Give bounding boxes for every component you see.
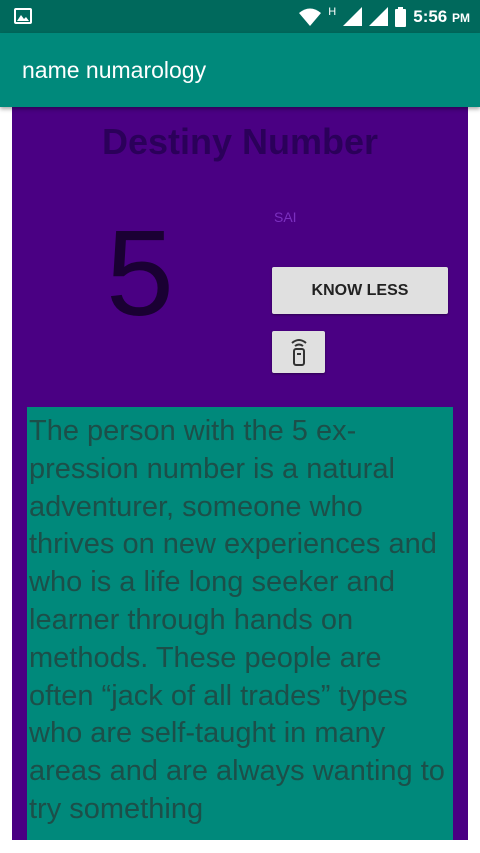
bottom-strip (0, 840, 480, 853)
app-title: name numarology (22, 57, 207, 83)
destiny-number: 5 (106, 205, 174, 341)
app-bar: name numarology (0, 33, 480, 107)
panel-title: Destiny Number (101, 121, 379, 162)
description-text: The person with the 5 ex-pression number… (29, 415, 445, 825)
destiny-panel: Destiny Number 5 SAI KNOW LESS The perso… (12, 107, 468, 840)
status-bar: H 5:56 PM (0, 0, 480, 33)
status-time: 5:56 PM (413, 6, 470, 26)
image-notification-icon (14, 8, 32, 24)
phone-icon (290, 339, 307, 366)
know-less-button[interactable]: KNOW LESS (272, 267, 448, 314)
description-box: The person with the 5 ex-pression number… (27, 407, 453, 840)
signal-icon (343, 7, 363, 26)
signal-icon (369, 7, 389, 26)
wifi-icon (299, 8, 322, 26)
network-type-label: H (328, 5, 337, 18)
status-icons: H 5:56 PM (299, 0, 470, 33)
name-label: SAI (274, 209, 297, 225)
phone-button[interactable] (272, 331, 325, 373)
battery-icon (395, 6, 407, 27)
